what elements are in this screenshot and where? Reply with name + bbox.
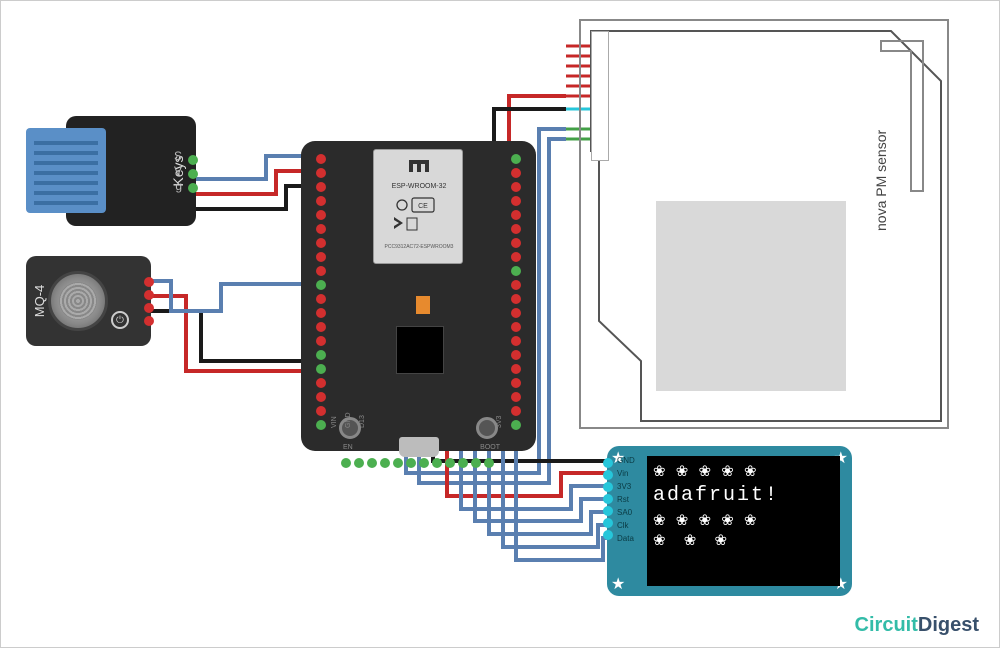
svg-text:D13: D13: [359, 415, 366, 428]
pm-sensor-fan: [656, 201, 846, 391]
dht11-body: [26, 128, 106, 213]
oled-pin-data: [603, 530, 613, 540]
mq4-cap: [48, 271, 108, 331]
oled-label-rst: Rst: [617, 493, 635, 506]
dht11-sensor: Keys S V g: [66, 116, 196, 226]
star-icon: ★: [611, 574, 625, 594]
mq4-pin-2: [144, 290, 154, 300]
svg-text:3V3: 3V3: [496, 415, 503, 428]
esp32-pins-bottom: [341, 458, 494, 468]
mq4-sensor: MQ-4 ⏻: [26, 256, 151, 346]
dht11-pin-g: [188, 183, 198, 193]
oled-label-clk: Clk: [617, 519, 635, 532]
oled-pin-sa0: [603, 506, 613, 516]
mq4-label: MQ-4: [32, 285, 47, 318]
mq4-pin-3: [144, 303, 154, 313]
oled-text: adafruit!: [653, 484, 834, 507]
oled-label-gnd: GND: [617, 454, 635, 467]
pm-sensor-label: nova PM sensor: [873, 130, 889, 231]
esp32-pins-left: [316, 154, 326, 430]
circuit-diagram: Keys S V g MQ-4 ⏻ ESP-WROOM-32 CE PCC: [0, 0, 1000, 648]
mq4-pin-1: [144, 277, 154, 287]
oled-label-3v3: 3V3: [617, 480, 635, 493]
svg-text:VIN: VIN: [331, 416, 338, 428]
dht11-pin-label-s: S: [174, 149, 182, 164]
oled-pin-clk: [603, 518, 613, 528]
dht11-pin-label-v: V: [174, 164, 182, 179]
esp32-board: ESP-WROOM-32 CE PCC9312AC72-ESPWROOM3 EN…: [301, 141, 536, 451]
oled-pin-rst: [603, 494, 613, 504]
pm-sensor: nova PM sensor: [579, 19, 949, 429]
watermark: CircuitDigest CircuitDigest: [855, 614, 979, 637]
esp32-pins-right: [511, 154, 521, 430]
mq4-pin-4: [144, 316, 154, 326]
oled-screen: ❀ ❀ ❀ ❀ ❀ adafruit! ❀ ❀ ❀ ❀ ❀ ❀ ❀ ❀: [647, 456, 840, 586]
dht11-pin-s: [188, 155, 198, 165]
oled-pin-gnd: [603, 458, 613, 468]
oled-pin-3v3: [603, 482, 613, 492]
oled-pin-vin: [603, 470, 613, 480]
svg-text:GND: GND: [345, 412, 352, 428]
oled-label-vin: Vin: [617, 467, 635, 480]
dht11-pin-label-g: g: [174, 179, 182, 194]
oled-module: ★ ★ ★ ★ GND Vin 3V3 Rst SA0 Clk Data ❀ ❀…: [607, 446, 852, 596]
oled-label-sa0: SA0: [617, 506, 635, 519]
dht11-pin-v: [188, 169, 198, 179]
oled-label-data: Data: [617, 532, 635, 545]
power-icon: ⏻: [111, 311, 129, 329]
pm-connector: [591, 31, 609, 161]
